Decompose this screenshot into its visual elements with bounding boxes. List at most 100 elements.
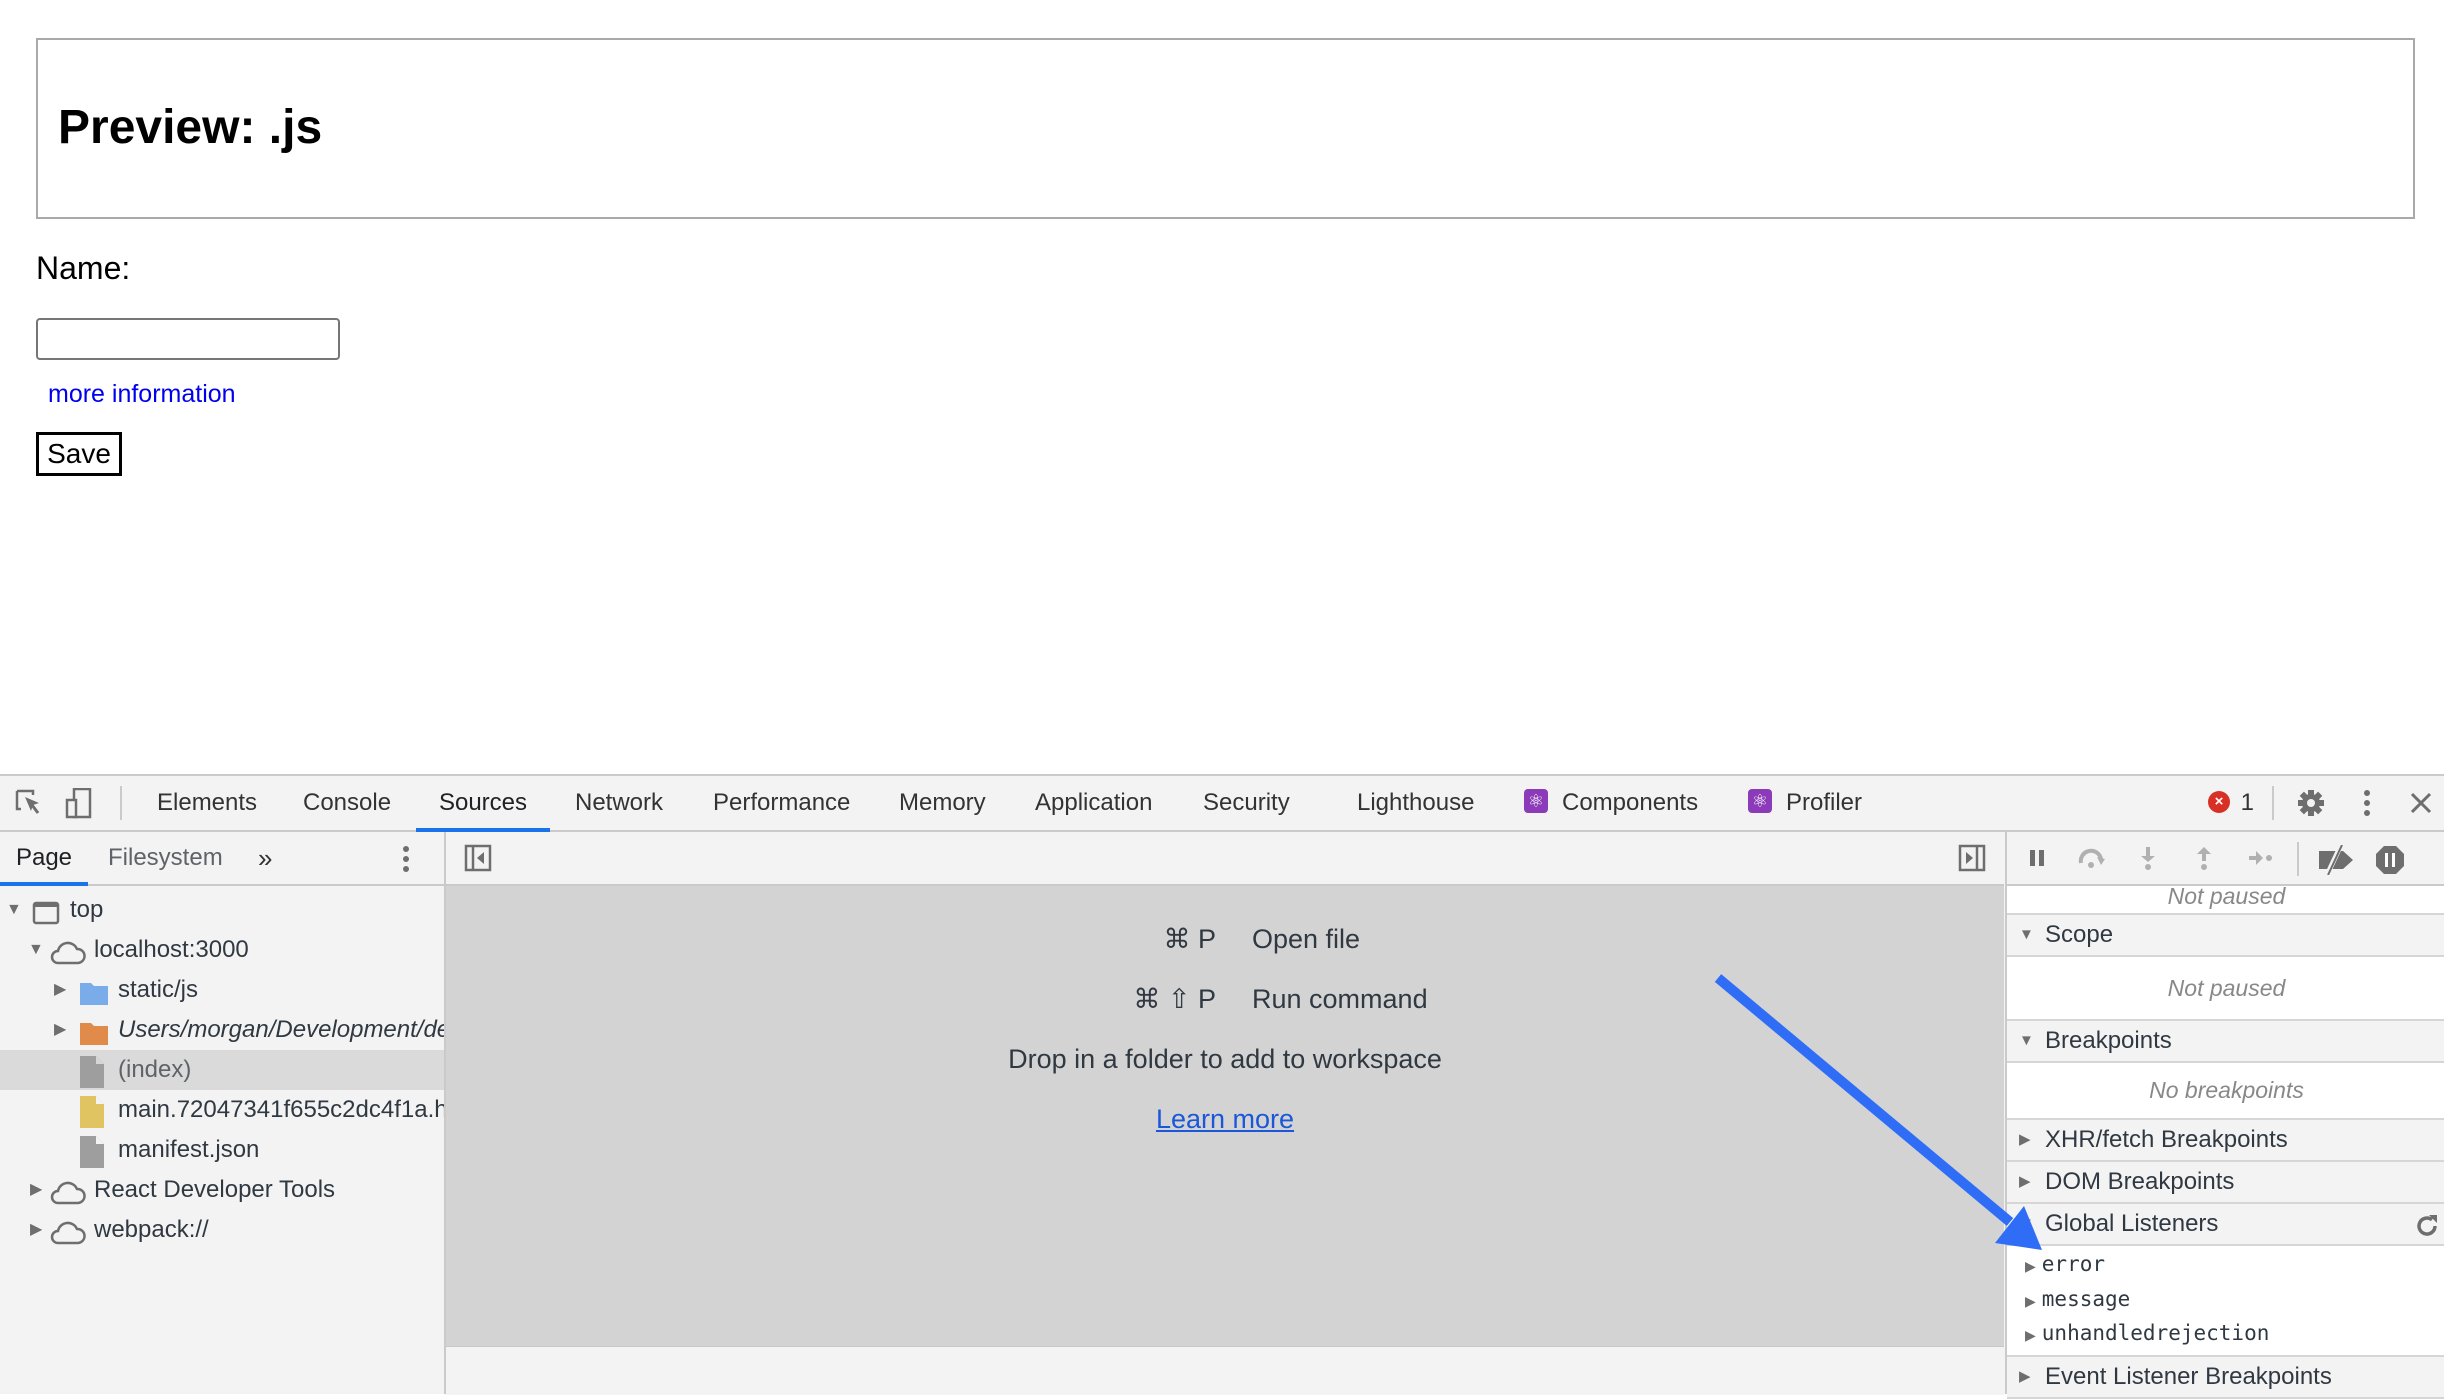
pause-icon[interactable] xyxy=(2025,845,2051,871)
tree-item-webpack[interactable]: ▶ webpack:// xyxy=(0,1210,444,1250)
call-stack-status: Not paused xyxy=(2167,885,2286,909)
expand-arrow-icon[interactable]: ▶ xyxy=(54,970,66,1010)
tree-item-manifest[interactable]: manifest.json xyxy=(0,1130,444,1170)
name-label: Name: xyxy=(36,250,131,286)
devtools-main-toolbar: Elements Console Sources Network Perform… xyxy=(0,776,2444,832)
tab-profiler[interactable]: ⚛ Profiler xyxy=(1744,776,1866,830)
name-input[interactable] xyxy=(36,318,340,360)
tab-application[interactable]: Application xyxy=(1031,776,1156,830)
tab-label: Lighthouse xyxy=(1357,789,1475,816)
more-tabs-chevron-icon[interactable]: » xyxy=(258,832,272,884)
cloud-icon xyxy=(50,938,86,970)
tree-item-label: localhost:3000 xyxy=(94,936,249,963)
navigator-tabs: Page Filesystem » xyxy=(0,832,444,886)
expand-arrow-icon[interactable]: ▶ xyxy=(30,1170,42,1210)
tree-item-users-folder[interactable]: ▶ Users/morgan/Development/de xyxy=(0,1010,444,1050)
frame-icon xyxy=(32,898,60,930)
gear-icon[interactable] xyxy=(2296,788,2326,818)
listener-message[interactable]: ▶ message xyxy=(2025,1287,2130,1311)
tab-label: Elements xyxy=(157,789,258,816)
toggle-debugger-icon[interactable] xyxy=(1958,844,1986,877)
kebab-menu-icon[interactable] xyxy=(2352,788,2382,818)
tab-label: Filesystem xyxy=(108,844,223,871)
section-xhr-breakpoints[interactable]: ▶ XHR/fetch Breakpoints xyxy=(2007,1118,2444,1162)
tree-item-label: static/js xyxy=(118,976,199,1003)
section-event-listener-breakpoints[interactable]: ▶ Event Listener Breakpoints xyxy=(2007,1355,2444,1399)
listener-error[interactable]: ▶ error xyxy=(2025,1252,2105,1276)
sources-navigator: Page Filesystem » ▼ top ▼ localhost:3000… xyxy=(0,832,446,1394)
breakpoints-status: No breakpoints xyxy=(2149,1077,2304,1103)
tab-security[interactable]: Security xyxy=(1199,776,1294,830)
listener-unhandledrejection[interactable]: ▶ unhandledrejection xyxy=(2025,1321,2269,1345)
tree-item-react-devtools[interactable]: ▶ React Developer Tools xyxy=(0,1170,444,1210)
toolbar-divider xyxy=(2297,842,2299,876)
shortcut-label-open-file: Open file xyxy=(1252,924,1361,954)
section-label: Scope xyxy=(2045,921,2114,948)
save-button[interactable]: Save xyxy=(36,432,122,476)
tree-item-top[interactable]: ▼ top xyxy=(0,890,444,930)
preview-header-box xyxy=(36,38,2415,219)
toggle-navigator-icon[interactable] xyxy=(464,844,492,877)
tab-network[interactable]: Network xyxy=(571,776,667,830)
learn-more-link[interactable]: Learn more xyxy=(1156,1104,1294,1134)
error-icon: × xyxy=(2208,790,2230,813)
tree-item-main-js[interactable]: main.72047341f655c2dc4f1a.h xyxy=(0,1090,444,1130)
cloud-icon xyxy=(50,1218,86,1250)
expand-arrow-icon: ▼ xyxy=(2019,1215,2034,1232)
tab-label: Profiler xyxy=(1786,789,1863,816)
nav-tab-page[interactable]: Page xyxy=(0,832,88,886)
learn-more-container: Learn more xyxy=(446,1104,2004,1135)
debugger-sidebar: Not paused ▼ Scope Not paused ▼ Breakpoi… xyxy=(2005,832,2444,1399)
tab-memory[interactable]: Memory xyxy=(895,776,990,830)
tab-lighthouse[interactable]: Lighthouse xyxy=(1353,776,1478,830)
cloud-icon xyxy=(50,1178,86,1210)
expand-arrow-icon[interactable]: ▼ xyxy=(6,890,22,930)
expand-arrow-icon[interactable]: ▶ xyxy=(54,1010,66,1050)
tab-console[interactable]: Console xyxy=(299,776,395,830)
tree-item-localhost[interactable]: ▼ localhost:3000 xyxy=(0,930,444,970)
nav-tab-filesystem[interactable]: Filesystem xyxy=(108,832,223,884)
collapse-arrow-icon: ▶ xyxy=(2019,1173,2031,1190)
listener-label: unhandledrejection xyxy=(2041,1321,2270,1345)
step-over-icon[interactable] xyxy=(2077,845,2105,871)
more-information-link[interactable]: more information xyxy=(48,380,236,409)
section-label: XHR/fetch Breakpoints xyxy=(2045,1126,2288,1153)
tab-label: Security xyxy=(1203,789,1290,816)
section-global-listeners[interactable]: ▼ Global Listeners xyxy=(2007,1202,2444,1246)
editor-placeholder: ⌘ P Open file ⌘ ⇧ P Run command Drop in … xyxy=(446,886,2004,1346)
shortcut-keys-run-command: ⌘ ⇧ P xyxy=(1133,984,1216,1014)
tree-item-static-js[interactable]: ▶ static/js xyxy=(0,970,444,1010)
error-counter[interactable]: × 1 xyxy=(2208,788,2254,818)
tree-item-label: manifest.json xyxy=(118,1136,260,1163)
tree-item-label: React Developer Tools xyxy=(94,1176,336,1203)
tree-item-index[interactable]: (index) xyxy=(0,1050,444,1090)
device-toolbar-icon[interactable] xyxy=(64,787,94,819)
expand-arrow-icon: ▶ xyxy=(2025,1327,2036,1343)
expand-arrow-icon: ▶ xyxy=(2025,1293,2036,1309)
expand-arrow-icon[interactable]: ▶ xyxy=(30,1210,42,1250)
error-count: 1 xyxy=(2240,789,2255,816)
step-into-icon[interactable] xyxy=(2135,845,2161,871)
tree-item-label: top xyxy=(70,896,104,923)
expand-arrow-icon[interactable]: ▼ xyxy=(28,930,44,970)
expand-arrow-icon: ▼ xyxy=(2019,926,2034,943)
section-breakpoints[interactable]: ▼ Breakpoints xyxy=(2007,1019,2444,1063)
section-dom-breakpoints[interactable]: ▶ DOM Breakpoints xyxy=(2007,1160,2444,1204)
deactivate-breakpoints-icon[interactable] xyxy=(2317,843,2357,877)
tab-performance[interactable]: Performance xyxy=(709,776,854,830)
step-out-icon[interactable] xyxy=(2191,845,2217,871)
refresh-icon[interactable] xyxy=(2414,1212,2440,1252)
inspect-element-icon[interactable] xyxy=(14,788,44,818)
section-scope[interactable]: ▼ Scope xyxy=(2007,913,2444,957)
listener-label: error xyxy=(2041,1252,2105,1276)
tab-components[interactable]: ⚛ Components xyxy=(1520,776,1702,830)
kebab-menu-icon[interactable] xyxy=(401,844,411,879)
tab-elements[interactable]: Elements xyxy=(153,776,261,830)
close-icon[interactable] xyxy=(2406,788,2436,818)
step-icon[interactable] xyxy=(2247,845,2273,871)
page-title: Preview: .js xyxy=(58,101,323,154)
tab-sources[interactable]: Sources xyxy=(416,776,550,832)
file-icon xyxy=(80,1136,104,1170)
tab-label: Components xyxy=(1562,789,1699,816)
pause-on-exceptions-icon[interactable] xyxy=(2375,845,2404,874)
